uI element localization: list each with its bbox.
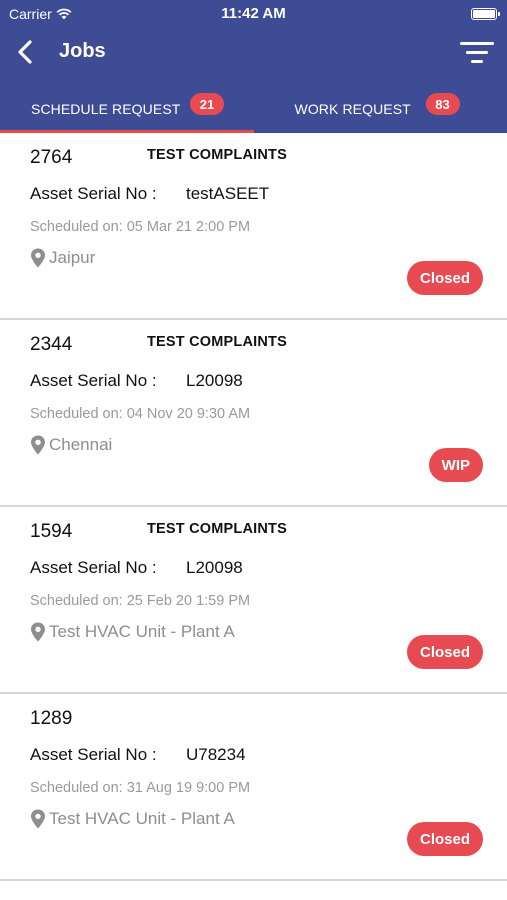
filter-icon xyxy=(460,42,494,63)
status-badge: Closed xyxy=(406,261,483,295)
location-label: Jaipur xyxy=(49,248,96,267)
filter-button[interactable] xyxy=(459,40,495,66)
job-type: TEST COMPLAINTS xyxy=(147,334,287,350)
tab-label: WORK REQUEST xyxy=(294,100,411,117)
scheduled-date: Scheduled on: 31 Aug 19 9:00 PM xyxy=(30,780,251,796)
location-label: Chennai xyxy=(49,435,113,454)
job-id: 2764 xyxy=(30,147,73,168)
job-card[interactable]: 2764 TEST COMPLAINTS Asset Serial No : t… xyxy=(0,133,507,320)
scheduled-date: Scheduled on: 05 Mar 21 2:00 PM xyxy=(30,219,251,235)
job-location: Test HVAC Unit - Plant A xyxy=(30,809,235,829)
asset-serial-value: testASEET xyxy=(186,184,270,203)
location-pin-icon xyxy=(31,622,45,642)
tab-bar: SCHEDULE REQUEST 21 WORK REQUEST 83 xyxy=(0,84,507,133)
battery-icon xyxy=(471,8,500,20)
job-id: 1289 xyxy=(30,708,73,729)
asset-serial-label: Asset Serial No : xyxy=(30,184,157,203)
job-card[interactable]: 1289 Asset Serial No : U78234 Scheduled … xyxy=(0,694,507,881)
job-card[interactable]: 2344 TEST COMPLAINTS Asset Serial No : L… xyxy=(0,320,507,507)
job-type: TEST COMPLAINTS xyxy=(147,147,287,163)
tab-work-request[interactable]: WORK REQUEST 83 xyxy=(254,84,507,133)
status-bar: Carrier 11:42 AM xyxy=(0,0,507,28)
back-button[interactable] xyxy=(10,36,40,68)
count-badge: 21 xyxy=(190,93,224,115)
status-badge: WIP xyxy=(428,448,483,482)
job-location: Test HVAC Unit - Plant A xyxy=(30,622,235,642)
status-time: 11:42 AM xyxy=(221,5,286,22)
status-badge: Closed xyxy=(406,822,483,856)
scheduled-date: Scheduled on: 25 Feb 20 1:59 PM xyxy=(30,593,251,609)
location-pin-icon xyxy=(31,809,45,829)
job-location: Jaipur xyxy=(30,248,95,268)
page-title: Jobs xyxy=(59,40,106,62)
tab-label: SCHEDULE REQUEST xyxy=(31,100,181,117)
count-badge: 83 xyxy=(425,93,460,115)
status-badge: Closed xyxy=(406,635,483,669)
asset-serial-label: Asset Serial No : xyxy=(30,371,157,390)
asset-serial-label: Asset Serial No : xyxy=(30,558,157,577)
chevron-left-icon xyxy=(18,40,32,64)
job-id: 1594 xyxy=(30,521,73,542)
job-card[interactable]: 1594 TEST COMPLAINTS Asset Serial No : L… xyxy=(0,507,507,694)
location-label: Test HVAC Unit - Plant A xyxy=(49,622,235,641)
asset-serial-value: L20098 xyxy=(186,371,243,390)
job-type: TEST COMPLAINTS xyxy=(147,521,287,537)
job-list: 2764 TEST COMPLAINTS Asset Serial No : t… xyxy=(0,133,507,881)
asset-serial-value: U78234 xyxy=(186,745,246,764)
tab-schedule-request[interactable]: SCHEDULE REQUEST 21 xyxy=(0,84,254,133)
job-id: 2344 xyxy=(30,334,73,355)
asset-serial-label: Asset Serial No : xyxy=(30,745,157,764)
asset-serial-value: L20098 xyxy=(186,558,243,577)
job-location: Chennai xyxy=(30,435,112,455)
scheduled-date: Scheduled on: 04 Nov 20 9:30 AM xyxy=(30,406,251,422)
location-pin-icon xyxy=(31,435,45,455)
app-header: Carrier 11:42 AM Jobs SCHEDULE REQUEST 2… xyxy=(0,0,507,133)
location-pin-icon xyxy=(31,248,45,268)
location-label: Test HVAC Unit - Plant A xyxy=(49,809,235,828)
